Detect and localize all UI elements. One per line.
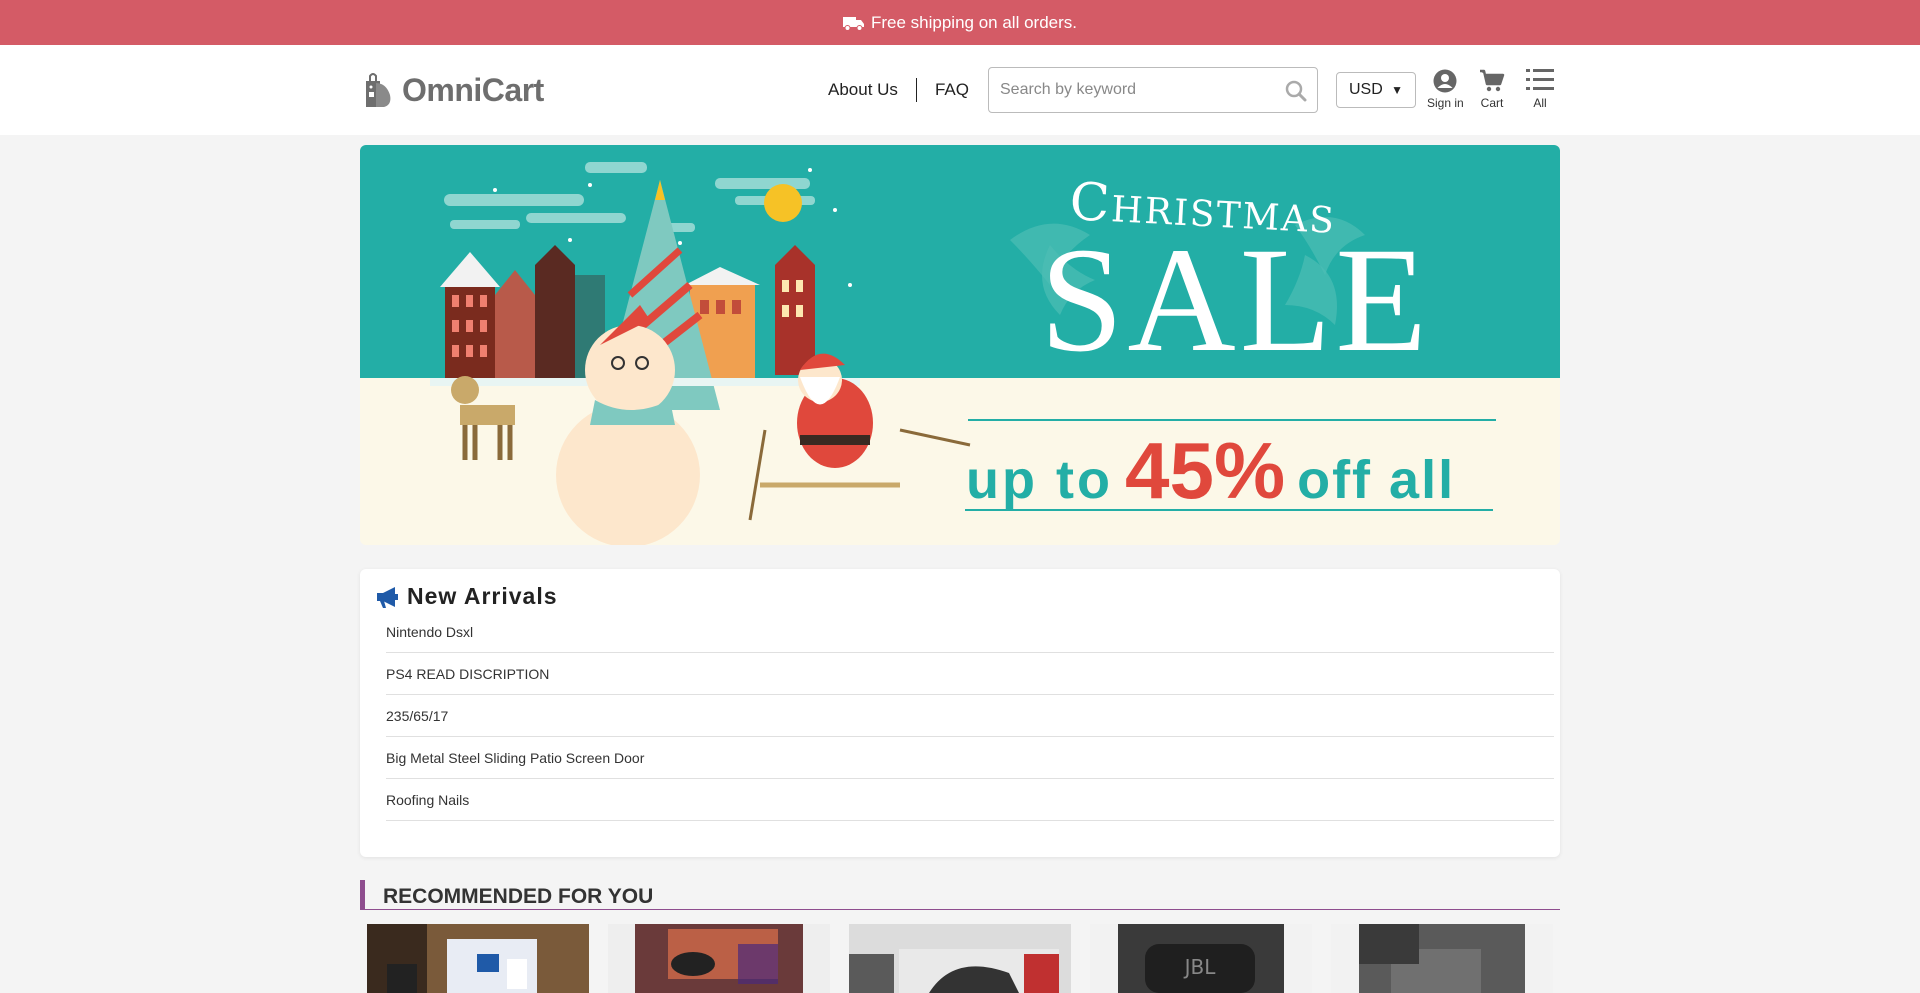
promo-suffix: off all [1297,450,1456,510]
search-icon[interactable] [1285,80,1307,102]
cart-icon [1480,69,1505,92]
cart-button[interactable]: Cart [1479,69,1505,110]
currency-select[interactable]: USD ▼ [1336,72,1416,108]
new-arrivals-title: New Arrivals [407,583,558,609]
header-nav: About Us FAQ [828,78,969,102]
nav-faq[interactable]: FAQ [935,80,969,100]
nav-divider [915,78,917,102]
product-card[interactable] [1331,924,1553,993]
list-item[interactable]: Roofing Nails [386,779,1554,821]
truck-icon [842,16,864,31]
product-image [849,924,1071,993]
list-item[interactable]: Nintendo Dsxl [386,611,1554,653]
nav-about-us[interactable]: About Us [828,80,898,100]
product-image [367,924,589,993]
shipping-text: Free shipping on all orders. [870,12,1077,32]
list-item[interactable]: 235/65/17 [386,695,1554,737]
new-arrivals-list: Nintendo Dsxl PS4 READ DISCRIPTION 235/6… [386,611,1554,821]
list-item[interactable]: PS4 READ DISCRIPTION [386,653,1554,695]
christmas-sale-banner[interactable]: Christmas SALE up to 45% off all [360,145,1560,545]
site-logo[interactable]: OmniCart [362,71,544,109]
megaphone-icon [377,586,398,608]
promo-text: up to 45% off all [966,425,1502,517]
new-arrivals-heading: New Arrivals [375,583,558,610]
product-card[interactable] [608,924,830,993]
banner-sale-text: SALE [1040,217,1431,383]
promo-prefix: up to [966,450,1113,510]
search-input[interactable] [989,68,1269,112]
cart-label: Cart [1480,96,1504,110]
product-image [608,924,830,993]
shopping-bag-logo-icon [366,73,391,107]
caret-down-icon: ▼ [1391,83,1403,97]
all-menu-button[interactable]: All [1526,67,1554,110]
new-arrivals-panel: New Arrivals Nintendo Dsxl PS4 READ DISC… [360,569,1560,857]
recommended-products-row: JBL [360,924,1560,993]
product-image [1331,924,1553,993]
product-image: JBL [1090,924,1312,993]
user-circle-icon [1433,69,1457,93]
svg-text:JBL: JBL [1183,955,1217,979]
list-menu-icon [1526,69,1554,90]
site-header: OmniCart About Us FAQ USD ▼ Sign in Cart [0,45,1920,135]
currency-value: USD [1349,81,1383,98]
recommended-heading: RECOMMENDED FOR YOU [360,880,1560,910]
search-box [988,67,1318,113]
recommended-title: RECOMMENDED FOR YOU [383,885,654,908]
signin-button[interactable]: Sign in [1427,69,1464,110]
shipping-banner: Free shipping on all orders. [0,0,1920,45]
product-card[interactable]: JBL [1090,924,1312,993]
product-card[interactable] [849,924,1071,993]
signin-label: Sign in [1427,96,1464,110]
product-card[interactable] [367,924,589,993]
promo-line-top [968,419,1496,421]
list-item[interactable]: Big Metal Steel Sliding Patio Screen Doo… [386,737,1554,779]
logo-text: OmniCart [402,71,544,108]
all-label: All [1533,96,1547,110]
promo-percent: 45% [1124,426,1286,515]
